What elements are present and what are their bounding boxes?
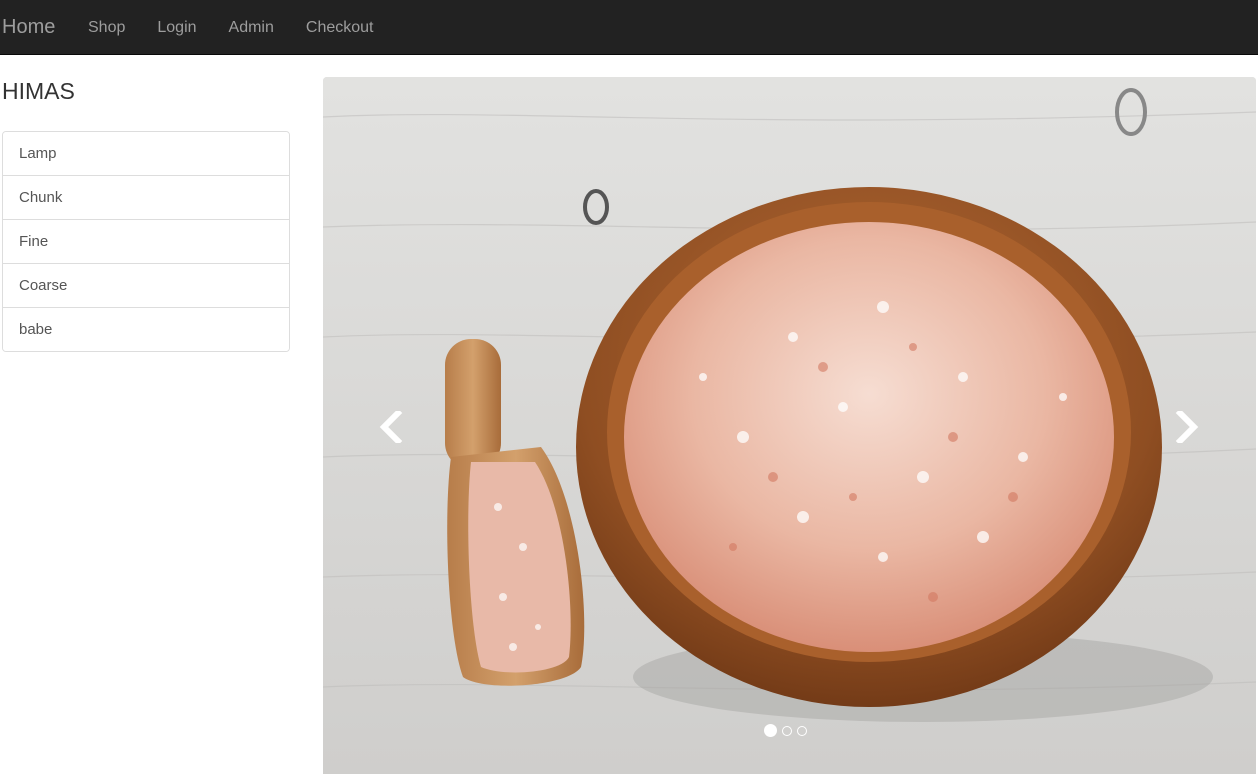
category-list: Lamp Chunk Fine Coarse babe: [2, 131, 290, 352]
carousel-indicator-3[interactable]: [797, 725, 807, 736]
carousel-indicators: [764, 724, 807, 737]
home-link[interactable]: Home: [2, 0, 55, 55]
category-item-babe[interactable]: babe: [3, 308, 289, 351]
nav-link-checkout[interactable]: Checkout: [290, 0, 390, 55]
nav-link-shop[interactable]: Shop: [72, 0, 141, 55]
top-navbar: Home Shop Login Admin Checkout: [0, 0, 1258, 55]
site-title: HIMAS: [2, 78, 75, 104]
nav-link-admin[interactable]: Admin: [213, 0, 290, 55]
image-carousel: [323, 77, 1256, 774]
carousel-prev-control[interactable]: [371, 407, 411, 447]
carousel-indicator-1[interactable]: [764, 724, 777, 737]
category-item-fine[interactable]: Fine: [3, 220, 289, 264]
category-item-coarse[interactable]: Coarse: [3, 264, 289, 308]
carousel-indicator-2[interactable]: [782, 725, 792, 736]
carousel-next-control[interactable]: [1167, 407, 1207, 447]
chevron-right-icon: [1175, 411, 1199, 443]
chevron-left-icon: [379, 411, 403, 443]
nav-link-login[interactable]: Login: [141, 0, 212, 55]
category-item-chunk[interactable]: Chunk: [3, 176, 289, 220]
nav-links: Shop Login Admin Checkout: [72, 0, 389, 55]
category-item-lamp[interactable]: Lamp: [3, 132, 289, 176]
slide-image: [323, 77, 1256, 774]
